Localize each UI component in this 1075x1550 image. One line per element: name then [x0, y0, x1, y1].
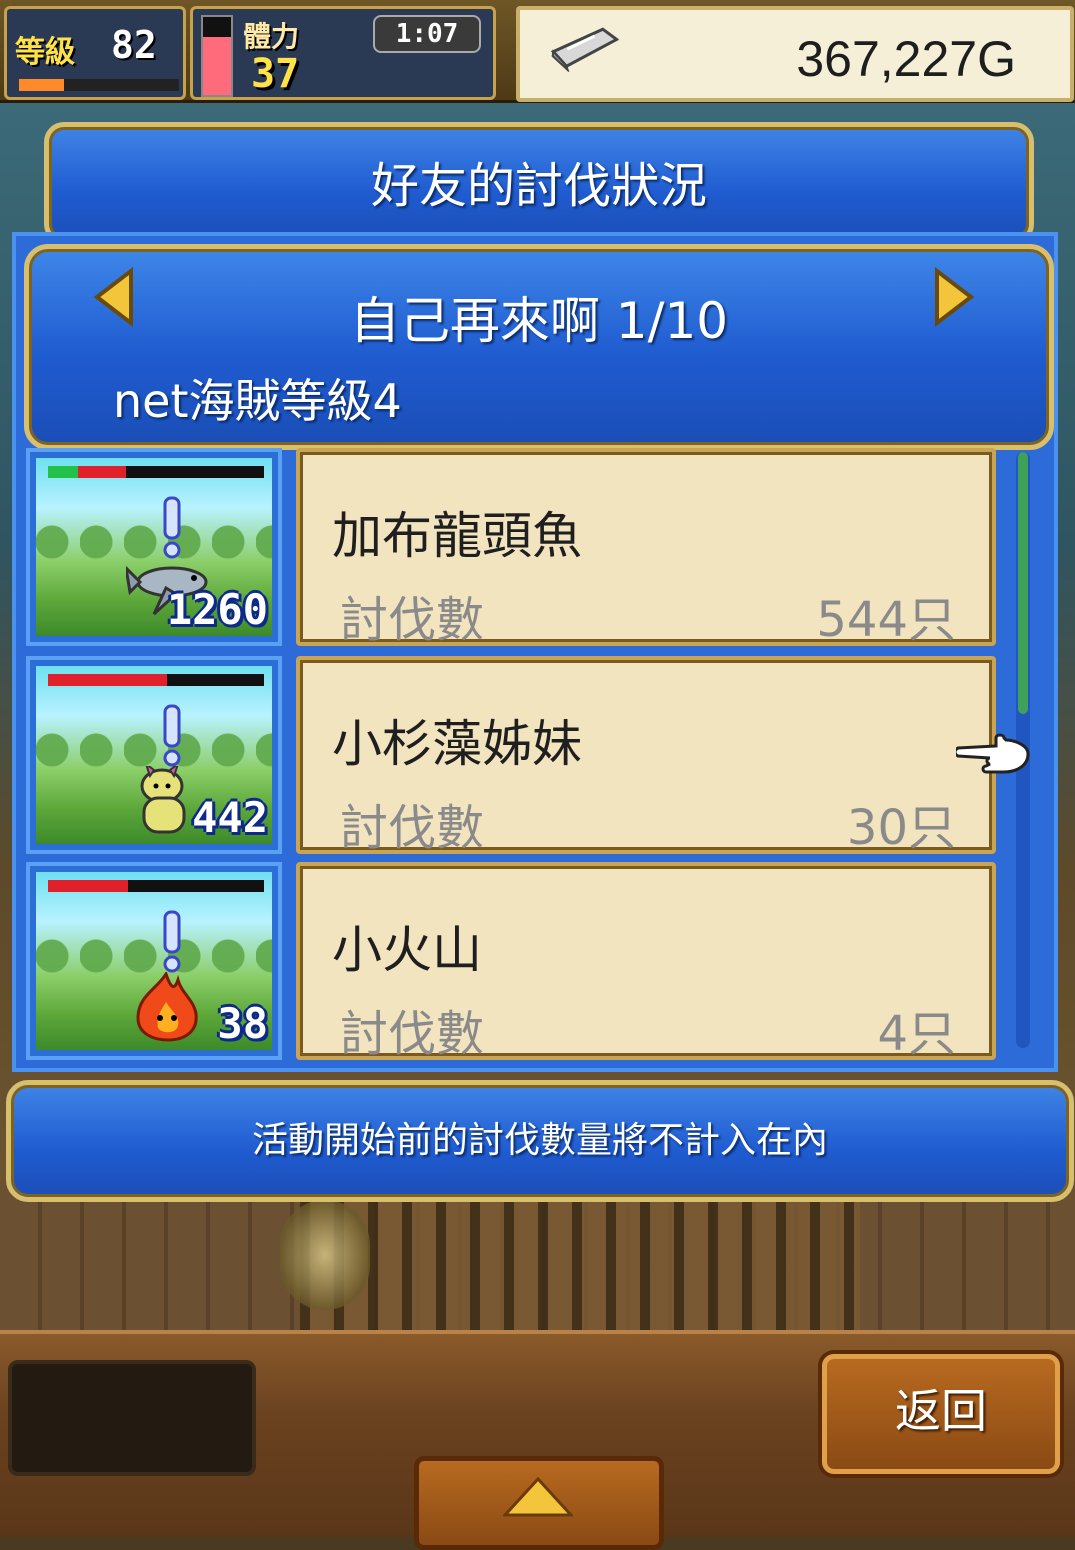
hp-bar-red	[48, 880, 128, 892]
list-item[interactable]: 38 小火山 討伐數 4只	[26, 862, 1016, 1062]
friend-name: 自己再來啊 1/10	[349, 292, 729, 350]
hp-bar-red	[48, 674, 167, 686]
arrow-right-icon[interactable]	[927, 267, 977, 327]
kill-label: 討伐數	[340, 592, 485, 648]
monster-name: 加布龍頭魚	[332, 507, 582, 565]
monster-thumbnail: 38	[26, 862, 282, 1060]
stamina-value: 37	[251, 51, 300, 97]
top-hud: 等級 82 體力 37 1:07 367,227G	[0, 0, 1075, 103]
pointing-hand-icon	[956, 733, 1030, 774]
kill-count-badge: 38	[217, 999, 268, 1048]
fire-monster-icon	[136, 972, 198, 1042]
back-button[interactable]: 返回	[822, 1354, 1060, 1474]
level-box: 等級 82	[4, 6, 186, 100]
list-item[interactable]: 442 小杉藻姊妹 討伐數 30只	[26, 656, 1016, 856]
alert-icon	[163, 704, 181, 767]
monster-scene: 38	[36, 872, 272, 1050]
stamina-gauge-fill	[203, 36, 231, 95]
lantern	[280, 1200, 370, 1310]
kill-count: 544只	[816, 592, 956, 648]
friend-rank: net海賊等級4	[113, 374, 402, 428]
monster-name: 小杉藻姊妹	[332, 715, 582, 773]
empty-slot	[8, 1360, 256, 1476]
alert-icon	[163, 496, 181, 559]
monster-thumbnail: 1260	[26, 448, 282, 646]
kill-label: 討伐數	[340, 1006, 485, 1062]
kill-label: 討伐數	[340, 800, 485, 856]
kill-count: 4只	[877, 1006, 956, 1062]
exp-bar-fill	[19, 79, 64, 91]
page-title: 好友的討伐狀況	[370, 158, 707, 214]
monster-name: 小火山	[332, 921, 482, 979]
ship-railing	[300, 1190, 860, 1330]
silver-bar-icon	[550, 27, 620, 74]
hp-bar	[48, 674, 264, 686]
notice-text: 活動開始前的討伐數量將不計入在內	[251, 1120, 828, 1161]
list-item[interactable]: 1260 加布龍頭魚 討伐數 544只	[26, 448, 1016, 648]
stamina-timer: 1:07	[373, 15, 481, 53]
bottom-bar: 返回	[0, 1330, 1075, 1550]
stamina-label: 體力	[243, 20, 300, 53]
gold-value: 367,227G	[796, 31, 1016, 87]
notice-bar: 活動開始前的討伐數量將不計入在內	[6, 1080, 1074, 1202]
stamina-gauge	[201, 15, 233, 97]
level-label: 等級	[15, 35, 75, 70]
scrollbar-thumb[interactable]	[1018, 452, 1028, 714]
alert-icon	[163, 910, 181, 973]
level-value: 82	[111, 23, 157, 67]
friend-selector: 自己再來啊 1/10 net海賊等級4	[24, 244, 1054, 450]
triangle-up-icon	[503, 1477, 573, 1517]
expand-button[interactable]	[414, 1456, 664, 1550]
back-button-label: 返回	[895, 1384, 987, 1438]
monster-card: 加布龍頭魚 討伐數 544只	[296, 448, 996, 648]
kill-count-badge: 1260	[166, 585, 268, 634]
monster-card: 小火山 討伐數 4只	[296, 862, 996, 1062]
kill-count-badge: 442	[192, 793, 268, 842]
monster-scene: 1260	[36, 458, 272, 636]
exp-bar	[19, 79, 179, 91]
monster-card: 小杉藻姊妹 討伐數 30只	[296, 656, 996, 856]
hp-bar	[48, 880, 264, 892]
hp-bar-red	[78, 466, 126, 478]
gold-box: 367,227G	[516, 6, 1074, 102]
kill-count: 30只	[846, 800, 956, 856]
hp-bar-green	[48, 466, 79, 478]
panel-title-bar: 好友的討伐狀況	[44, 122, 1034, 244]
monster-scene: 442	[36, 666, 272, 844]
monster-thumbnail: 442	[26, 656, 282, 854]
stamina-box: 體力 37 1:07	[190, 6, 496, 100]
hp-bar	[48, 466, 264, 478]
